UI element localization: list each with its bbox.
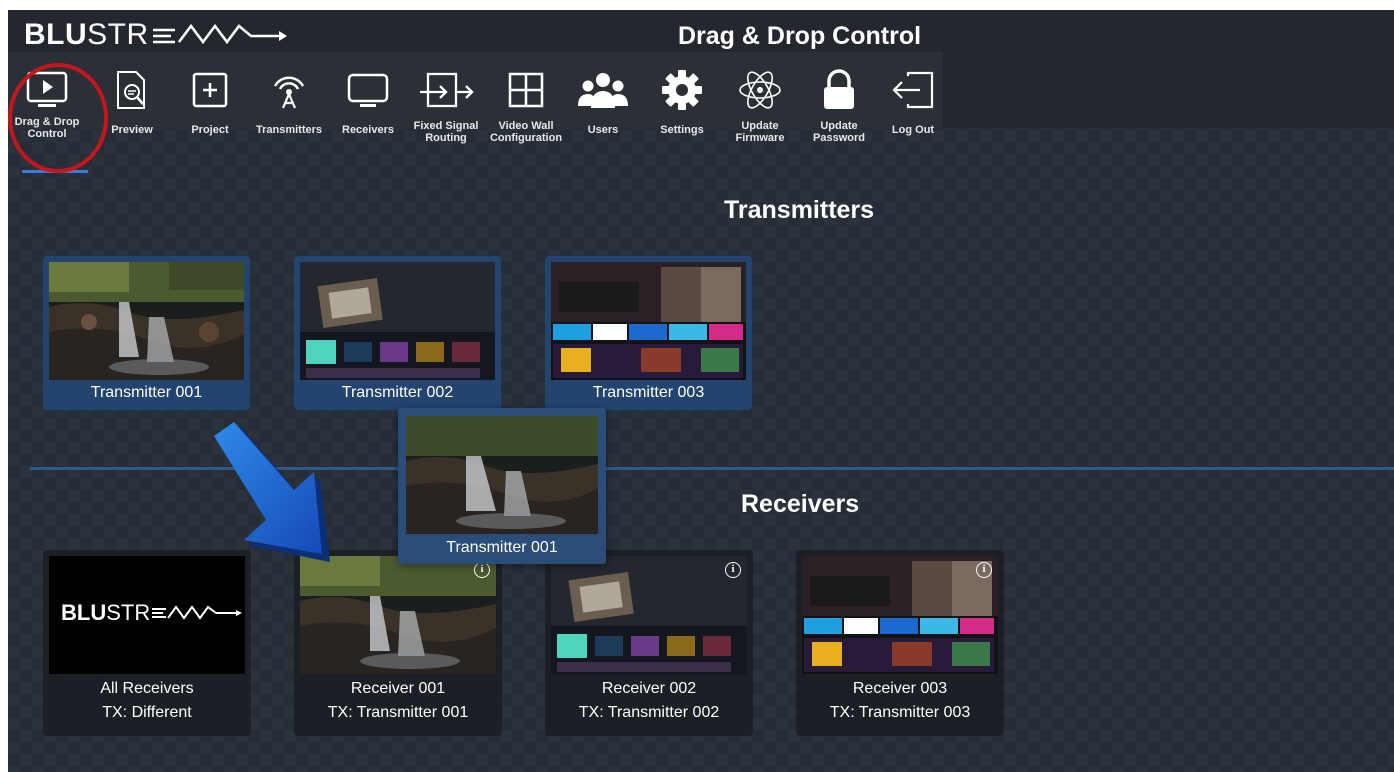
receivers-heading: Receivers <box>741 490 860 518</box>
nav-video-wall-configuration[interactable]: Video Wall Configuration <box>488 64 564 164</box>
info-icon[interactable]: i <box>474 562 490 578</box>
waterfall-thumbnail <box>49 262 244 380</box>
preview-document-icon <box>114 64 150 116</box>
nav-project[interactable]: Project <box>182 64 238 164</box>
info-icon[interactable]: i <box>725 562 741 578</box>
nav-label: Update Firmware <box>735 120 785 144</box>
routing-icon <box>418 64 474 116</box>
receiver-tx-status: TX: Transmitter 003 <box>829 704 971 721</box>
nav-label: Receivers <box>342 124 394 136</box>
receiver-card[interactable]: i Receiver 002 TX: Transmitter 002 <box>545 550 753 736</box>
transmitter-name: Transmitter 003 <box>592 384 705 401</box>
antenna-icon <box>269 64 309 116</box>
receiver-card[interactable]: i Receiver 003 TX: Transmitter 003 <box>796 550 1004 736</box>
nav-settings[interactable]: Settings <box>652 64 712 164</box>
nav-label: Users <box>587 124 619 136</box>
receiver-tx-status: TX: Transmitter 002 <box>578 704 720 721</box>
waterfall-thumbnail <box>406 416 598 534</box>
transmitter-card[interactable]: Transmitter 001 <box>43 256 250 410</box>
transmitter-card[interactable]: Transmitter 003 <box>545 256 752 410</box>
gear-icon <box>661 64 703 116</box>
blustream-logo-thumbnail: BLU STR <box>49 556 245 674</box>
logo-wave-icon <box>152 23 287 45</box>
receiver-card-all[interactable]: BLU STR All Receivers TX: Different <box>43 550 251 736</box>
transmitter-name: Transmitter 002 <box>341 384 454 401</box>
transmitters-heading: Transmitters <box>724 196 875 224</box>
nav-transmitters[interactable]: Transmitters <box>252 64 326 164</box>
page-title: Drag & Drop Control <box>678 22 922 50</box>
nav-fixed-signal-routing[interactable]: Fixed Signal Routing <box>410 64 482 164</box>
nav-update-password[interactable]: Update Password <box>806 64 872 164</box>
nav-label: Settings <box>660 124 704 136</box>
streaming-thumbnail: i <box>802 556 998 674</box>
logo-wave-icon <box>152 605 243 620</box>
receiver-tx-status: TX: Transmitter 001 <box>327 704 469 721</box>
highlight-circle <box>8 63 108 173</box>
app-frame: BLU STR Drag & Drop Control Drag & Drop C… <box>8 10 1394 772</box>
streaming-thumbnail <box>551 262 746 380</box>
receiver-name: Receiver 001 <box>350 680 446 697</box>
dragging-transmitter-name: Transmitter 001 <box>446 539 558 556</box>
nav-label: Transmitters <box>255 124 323 136</box>
grid-icon <box>507 64 545 116</box>
nav-label: Log Out <box>891 124 935 136</box>
dragging-transmitter-card[interactable]: Transmitter 001 <box>398 408 606 564</box>
users-icon <box>578 64 628 116</box>
monitor-icon <box>346 64 390 116</box>
receiver-name: All Receivers <box>100 680 194 697</box>
nav-label: Project <box>191 124 229 136</box>
nav-label: Preview <box>111 124 153 136</box>
receiver-card[interactable]: i Receiver 001 TX: Transmitter 001 <box>294 550 502 736</box>
nav-label: Video Wall Configuration <box>489 120 563 144</box>
lock-icon <box>821 64 857 116</box>
transmitter-card[interactable]: Transmitter 002 <box>294 256 501 410</box>
drag-direction-arrow-icon <box>214 422 330 562</box>
receiver-name: Receiver 003 <box>852 680 948 697</box>
blustream-logo: BLU STR <box>24 18 301 51</box>
nav-preview[interactable]: Preview <box>102 64 162 164</box>
tv-home-thumbnail <box>300 262 495 380</box>
nav-label: Update Password <box>813 120 865 144</box>
logout-icon <box>890 64 936 116</box>
transmitter-name: Transmitter 001 <box>90 384 203 401</box>
nav-receivers[interactable]: Receivers <box>338 64 398 164</box>
info-icon[interactable]: i <box>976 562 992 578</box>
nav-log-out[interactable]: Log Out <box>884 64 942 164</box>
plus-box-icon <box>191 64 229 116</box>
nav-users[interactable]: Users <box>574 64 632 164</box>
nav-update-firmware[interactable]: Update Firmware <box>726 64 794 164</box>
receiver-tx-status: TX: Different <box>102 704 192 721</box>
receiver-name: Receiver 002 <box>601 680 697 697</box>
nav-label: Fixed Signal Routing <box>413 120 479 144</box>
waterfall-thumbnail: i <box>300 556 496 674</box>
blustream-logo: BLU STR <box>61 600 245 626</box>
tv-home-thumbnail: i <box>551 556 747 674</box>
atom-icon <box>738 64 782 116</box>
